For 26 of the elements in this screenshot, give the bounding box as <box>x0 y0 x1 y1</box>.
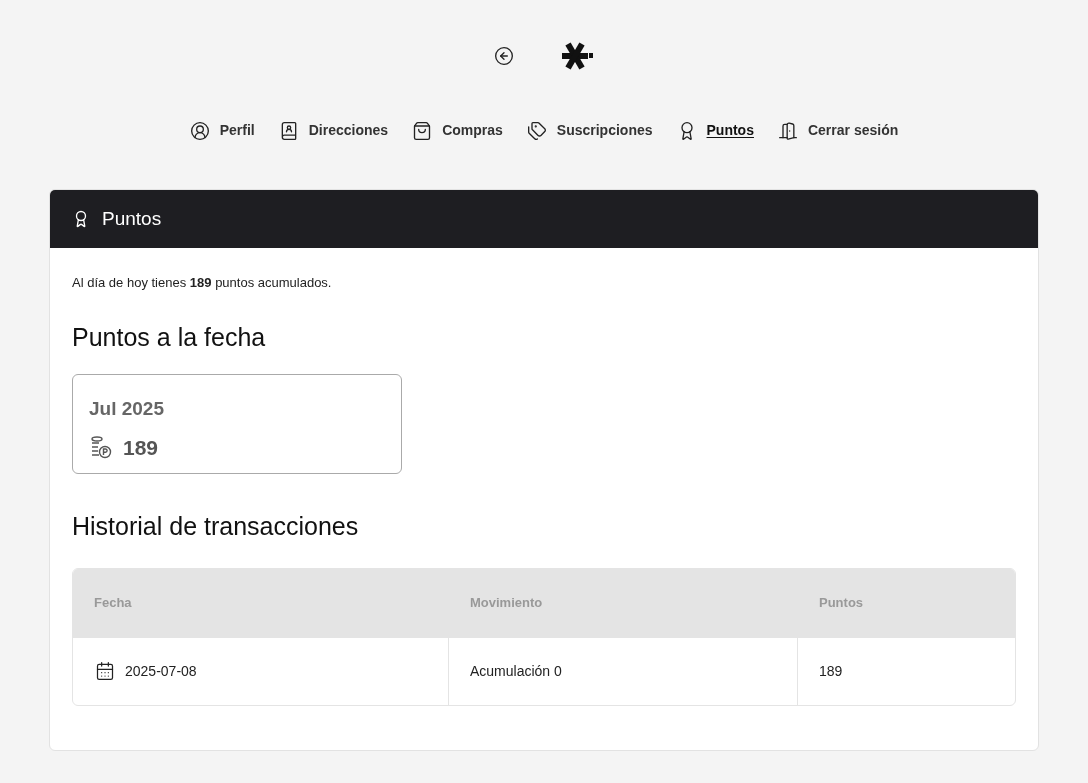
points-summary: Al día de hoy tienes 189 puntos acumulados. <box>72 274 333 292</box>
coins-icon <box>89 435 113 460</box>
card-period: Jul 2025 <box>89 397 165 421</box>
calendar-icon <box>95 661 115 681</box>
section-heading: Historial de transacciones <box>72 511 360 542</box>
nav-link[interactable]: Suscripciones <box>556 120 653 141</box>
nav-link[interactable]: Compras <box>442 120 503 141</box>
nav-link[interactable]: Puntos <box>706 120 754 141</box>
user-circle-icon <box>189 120 210 141</box>
column-header: Fecha <box>93 594 133 613</box>
column-header: Puntos <box>818 594 865 613</box>
nav-link[interactable]: Direcciones <box>308 120 389 141</box>
back-icon[interactable] <box>494 46 514 66</box>
tags-icon <box>526 120 547 141</box>
shopping-bag-icon <box>412 120 433 141</box>
card-points: 189 <box>123 434 159 461</box>
table-cell-text: 189 <box>819 661 843 681</box>
asterisk-logo-icon <box>560 41 594 71</box>
nav-link[interactable]: Perfil <box>219 120 255 141</box>
table-cell-text: 2025-07-08 <box>125 661 197 681</box>
panel-title: Puntos <box>102 206 162 231</box>
column-header: Movimiento <box>469 594 544 613</box>
door-icon <box>777 120 798 141</box>
nav-link[interactable]: Cerrar sesión <box>807 120 899 141</box>
section-heading: Puntos a la fecha <box>72 321 267 353</box>
table-cell-text: Acumulación 0 <box>470 661 562 681</box>
